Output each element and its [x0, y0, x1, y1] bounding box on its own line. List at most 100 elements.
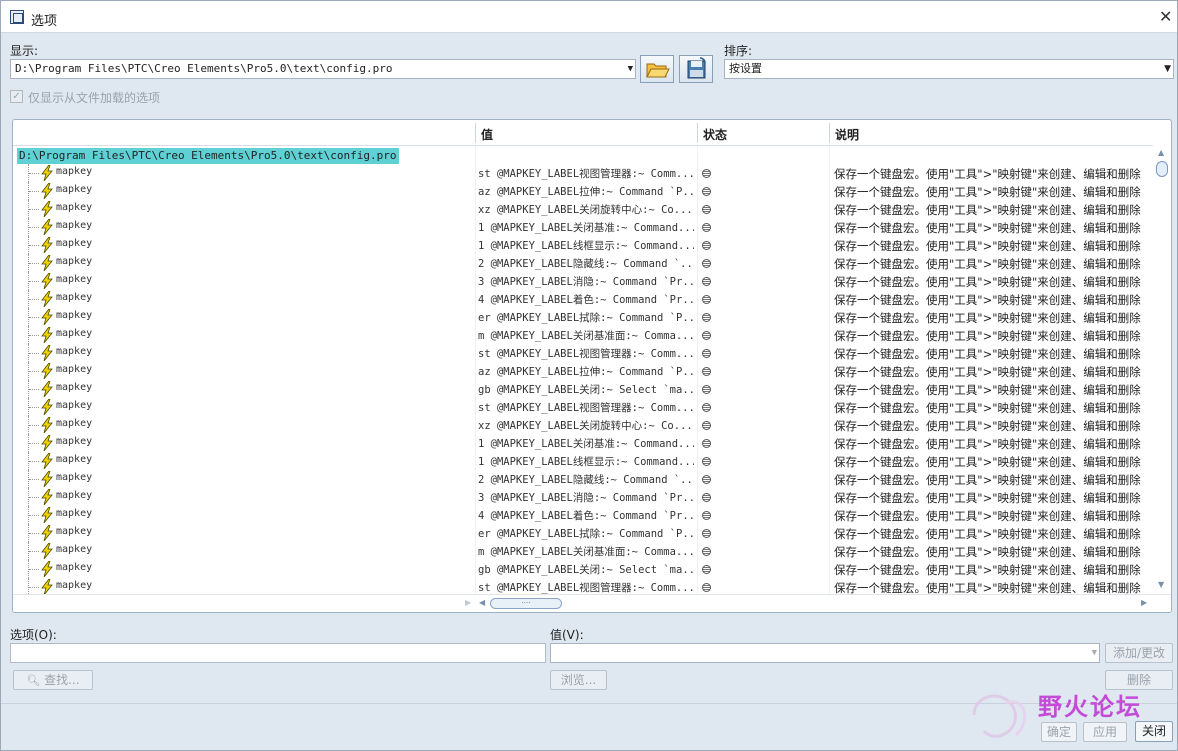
- option-description: 保存一个键盘宏。使用"工具">"映射键"来创建、编辑和删除: [834, 311, 1141, 325]
- table-row[interactable]: mapkey gb @MAPKEY_LABEL关闭:~ Select `ma...…: [13, 560, 1153, 578]
- status-icon: [702, 313, 711, 322]
- tree-connector: [28, 236, 40, 254]
- table-row[interactable]: mapkey er @MAPKEY_LABEL拭除:~ Command `P...…: [13, 308, 1153, 326]
- lightning-icon: [41, 363, 53, 379]
- table-row[interactable]: mapkey 3 @MAPKEY_LABEL消隐:~ Command `Pr...…: [13, 488, 1153, 506]
- options-dialog: 选项 ✕ 显示: D:\Program Files\PTC\Creo Eleme…: [0, 0, 1178, 751]
- tree-connector: [28, 524, 40, 542]
- option-name: mapkey: [56, 418, 93, 429]
- add-change-button[interactable]: 添加/更改: [1105, 643, 1173, 663]
- option-description: 保存一个键盘宏。使用"工具">"映射键"来创建、编辑和删除: [834, 419, 1141, 433]
- chevron-down-icon[interactable]: ▼: [628, 60, 633, 78]
- status-icon: [702, 439, 711, 448]
- column-header-description[interactable]: 说明: [835, 126, 859, 143]
- status-icon: [702, 295, 711, 304]
- option-name: mapkey: [56, 472, 93, 483]
- table-row[interactable]: mapkey m @MAPKEY_LABEL关闭基准面:~ Comma... 保存一…: [13, 326, 1153, 344]
- scroll-down-icon[interactable]: ▼: [1158, 580, 1164, 589]
- table-row[interactable]: mapkey st @MAPKEY_LABEL视图管理器:~ Comm... 保存一…: [13, 398, 1153, 416]
- display-path-select[interactable]: D:\Program Files\PTC\Creo Elements\Pro5.…: [10, 59, 636, 79]
- table-row[interactable]: mapkey 4 @MAPKEY_LABEL着色:~ Command `Pr...…: [13, 290, 1153, 308]
- option-value: er @MAPKEY_LABEL拭除:~ Command `P...: [478, 312, 694, 324]
- table-row[interactable]: mapkey 3 @MAPKEY_LABEL消隐:~ Command `Pr...…: [13, 272, 1153, 290]
- display-path-value: D:\Program Files\PTC\Creo Elements\Pro5.…: [15, 62, 393, 75]
- table-row[interactable]: mapkey 2 @MAPKEY_LABEL隐藏线:~ Command `... 保…: [13, 470, 1153, 488]
- lightning-icon: [41, 201, 53, 217]
- watermark-title: 野火论坛: [1038, 693, 1142, 721]
- option-description: 保存一个键盘宏。使用"工具">"映射键"来创建、编辑和删除: [834, 221, 1141, 235]
- option-description: 保存一个键盘宏。使用"工具">"映射键"来创建、编辑和删除: [834, 239, 1141, 253]
- sort-select[interactable]: 按设置 ▼: [724, 59, 1174, 79]
- vertical-scrollbar[interactable]: ▲ ▼: [1154, 146, 1171, 594]
- status-icon: [702, 529, 711, 538]
- option-name: mapkey: [56, 508, 93, 519]
- loaded-only-checkbox[interactable]: ✓: [10, 90, 23, 103]
- search-icon: 🔍︎: [26, 674, 41, 687]
- close-icon[interactable]: ✕: [1159, 7, 1172, 26]
- option-value: 4 @MAPKEY_LABEL着色:~ Command `Pr...: [478, 510, 694, 522]
- tree-root-config-file[interactable]: D:\Program Files\PTC\Creo Elements\Pro5.…: [17, 148, 399, 164]
- lightning-icon: [41, 255, 53, 271]
- scroll-left-icon[interactable]: ◀: [479, 598, 485, 607]
- folder-open-icon: [646, 63, 670, 78]
- display-label: 显示:: [10, 44, 39, 58]
- option-input[interactable]: [10, 643, 546, 663]
- table-row[interactable]: mapkey gb @MAPKEY_LABEL关闭:~ Select `ma...…: [13, 380, 1153, 398]
- lightning-icon: [41, 435, 53, 451]
- table-row[interactable]: mapkey az @MAPKEY_LABEL拉伸:~ Command `P...…: [13, 362, 1153, 380]
- ok-button[interactable]: 确定: [1041, 722, 1077, 742]
- tree-connector: [28, 416, 40, 434]
- table-row[interactable]: mapkey 1 @MAPKEY_LABEL线框显示:~ Command... 保存…: [13, 236, 1153, 254]
- option-name: mapkey: [56, 184, 93, 195]
- status-icon: [702, 367, 711, 376]
- scroll-right-icon[interactable]: ▶: [1141, 598, 1147, 607]
- table-row[interactable]: mapkey m @MAPKEY_LABEL关闭基准面:~ Comma... 保存一…: [13, 542, 1153, 560]
- table-row[interactable]: mapkey 1 @MAPKEY_LABEL关闭基准:~ Command... 保存…: [13, 218, 1153, 236]
- option-value: 4 @MAPKEY_LABEL着色:~ Command `Pr...: [478, 294, 694, 306]
- status-icon: [702, 331, 711, 340]
- table-row[interactable]: mapkey st @MAPKEY_LABEL视图管理器:~ Comm... 保存一…: [13, 164, 1153, 182]
- table-row[interactable]: mapkey xz @MAPKEY_LABEL关闭旋转中心:~ Co... 保存一个…: [13, 200, 1153, 218]
- table-row[interactable]: mapkey 1 @MAPKEY_LABEL线框显示:~ Command... 保存…: [13, 452, 1153, 470]
- column-header-value[interactable]: 值: [481, 126, 493, 143]
- horizontal-scroll-thumb[interactable]: ····: [490, 598, 562, 609]
- close-button[interactable]: 关闭: [1135, 721, 1173, 742]
- lightning-icon: [41, 471, 53, 487]
- tree-connector: [28, 452, 40, 470]
- apply-button[interactable]: 应用: [1083, 722, 1127, 742]
- scroll-right-icon[interactable]: ▶: [465, 598, 471, 607]
- tree-connector: [28, 272, 40, 290]
- table-row[interactable]: mapkey er @MAPKEY_LABEL拭除:~ Command `P...…: [13, 524, 1153, 542]
- value-select[interactable]: ▼: [550, 643, 1100, 663]
- open-file-button[interactable]: [640, 55, 674, 83]
- horizontal-scrollbar[interactable]: ▶ ◀ ···· ▶: [13, 594, 1171, 612]
- option-name: mapkey: [56, 382, 93, 393]
- loaded-only-label: 仅显示从文件加载的选项: [28, 91, 161, 105]
- chevron-down-icon[interactable]: ▼: [1164, 60, 1171, 78]
- lightning-icon: [41, 273, 53, 289]
- status-icon: [702, 187, 711, 196]
- value-field-label: 值(V):: [550, 628, 584, 642]
- find-button[interactable]: 🔍︎ 查找...: [13, 670, 93, 690]
- option-name: mapkey: [56, 454, 93, 465]
- table-row[interactable]: mapkey xz @MAPKEY_LABEL关闭旋转中心:~ Co... 保存一个…: [13, 416, 1153, 434]
- save-file-button[interactable]: [679, 55, 713, 83]
- chevron-down-icon[interactable]: ▼: [1092, 644, 1097, 662]
- vertical-scroll-thumb[interactable]: [1156, 161, 1168, 177]
- tree-connector: [28, 308, 40, 326]
- window-title: 选项: [31, 14, 58, 29]
- table-row[interactable]: mapkey az @MAPKEY_LABEL拉伸:~ Command `P...…: [13, 182, 1153, 200]
- lightning-icon: [41, 489, 53, 505]
- table-row[interactable]: mapkey 2 @MAPKEY_LABEL隐藏线:~ Command `... 保…: [13, 254, 1153, 272]
- column-header-status[interactable]: 状态: [703, 126, 727, 143]
- option-description: 保存一个键盘宏。使用"工具">"映射键"来创建、编辑和删除: [834, 257, 1141, 271]
- option-value: xz @MAPKEY_LABEL关闭旋转中心:~ Co...: [478, 204, 693, 216]
- status-icon: [702, 457, 711, 466]
- option-name: mapkey: [56, 562, 93, 573]
- title-bar: 选项 ✕: [1, 1, 1177, 33]
- table-row[interactable]: mapkey 4 @MAPKEY_LABEL着色:~ Command `Pr...…: [13, 506, 1153, 524]
- table-row[interactable]: mapkey st @MAPKEY_LABEL视图管理器:~ Comm... 保存一…: [13, 344, 1153, 362]
- table-row[interactable]: mapkey 1 @MAPKEY_LABEL关闭基准:~ Command... 保存…: [13, 434, 1153, 452]
- scroll-up-icon[interactable]: ▲: [1158, 148, 1164, 157]
- browse-button[interactable]: 浏览...: [550, 670, 607, 690]
